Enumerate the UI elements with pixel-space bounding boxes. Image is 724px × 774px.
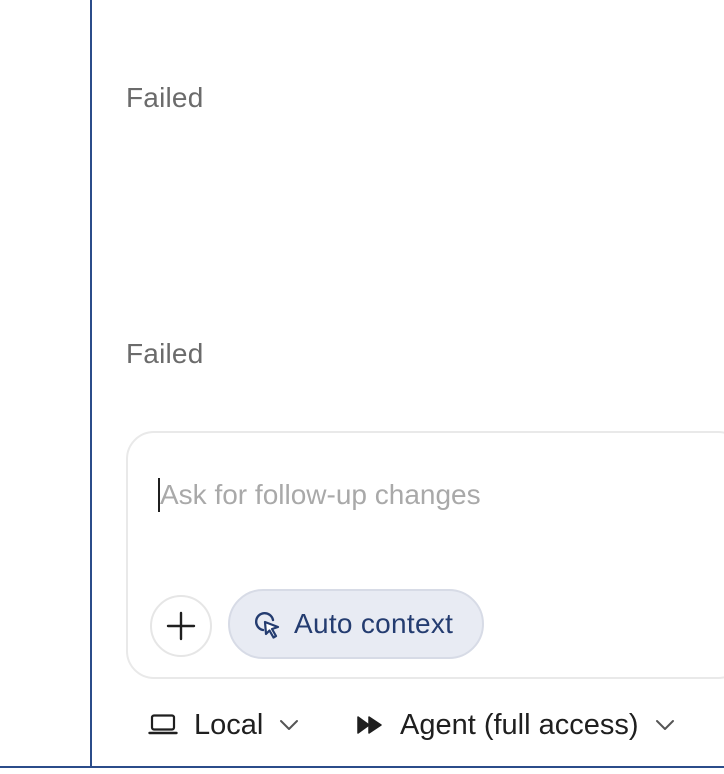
cursor-click-icon (254, 611, 280, 639)
plus-icon (166, 611, 196, 641)
follow-up-input[interactable] (160, 477, 720, 513)
status-text-failed: Failed (126, 338, 204, 369)
status-text-failed: Failed (126, 82, 204, 113)
page: Failed Failed Auto context Local (0, 0, 724, 774)
fast-forward-icon (357, 716, 382, 734)
mode-selector[interactable]: Agent (full access) (356, 704, 675, 746)
laptop-icon (148, 714, 178, 735)
message-composer: Auto context (126, 431, 724, 679)
chevron-down-icon (655, 719, 675, 731)
chevron-down-icon (279, 719, 299, 731)
environment-label: Local (194, 708, 264, 741)
auto-context-label: Auto context (294, 608, 454, 639)
mode-label: Agent (full access) (400, 708, 639, 741)
left-sidebar (0, 0, 92, 768)
bottom-border (0, 766, 724, 774)
auto-context-chip[interactable]: Auto context (228, 589, 484, 659)
environment-selector[interactable]: Local (148, 704, 299, 746)
add-attachment-button[interactable] (150, 595, 212, 657)
